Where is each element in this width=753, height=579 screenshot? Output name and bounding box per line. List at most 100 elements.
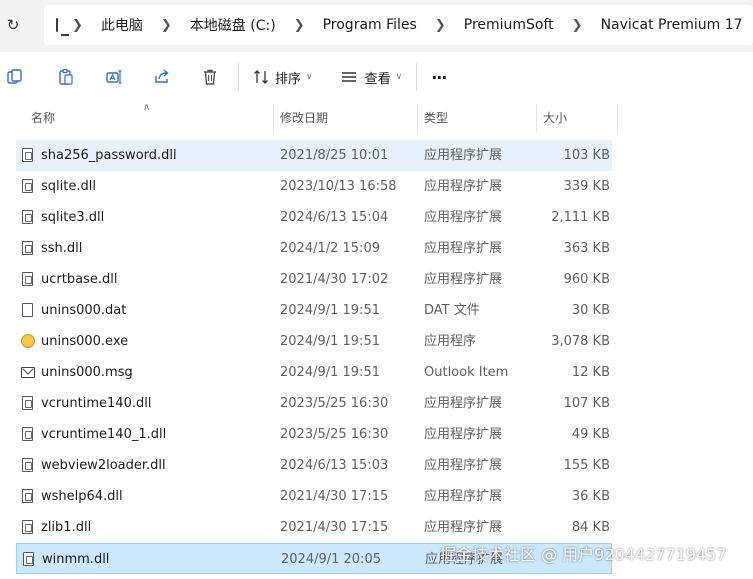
file-size: 49 KB bbox=[571, 427, 610, 442]
computer-icon[interactable] bbox=[56, 18, 69, 36]
file-row[interactable]: sqlite3.dll 2024/6/13 15:04 应用程序扩展 2,111 KB bbox=[0, 202, 753, 233]
rename-icon[interactable] bbox=[103, 66, 125, 88]
file-type: 应用程序扩展 bbox=[424, 520, 503, 535]
breadcrumb-this-pc[interactable]: 此电脑 bbox=[101, 15, 143, 35]
column-header: ∧ 名称 修改日期 类型 大小 bbox=[0, 102, 620, 132]
file-name: sqlite.dll bbox=[41, 179, 96, 194]
chevron-right-icon[interactable]: ❯ bbox=[435, 18, 446, 33]
chevron-down-icon: ∨ bbox=[306, 72, 313, 82]
file-size: 84 KB bbox=[571, 520, 610, 535]
dll-file-icon bbox=[22, 179, 33, 193]
column-divider[interactable] bbox=[617, 104, 618, 132]
file-size: 107 KB bbox=[563, 396, 610, 411]
file-row[interactable]: vcruntime140.dll 2023/5/25 16:30 应用程序扩展 107… bbox=[0, 388, 753, 419]
chevron-right-icon[interactable]: ❯ bbox=[294, 18, 305, 33]
column-name-header[interactable]: 名称 bbox=[31, 104, 55, 132]
column-divider[interactable] bbox=[417, 104, 418, 132]
dll-file-icon bbox=[22, 489, 33, 503]
file-size: 2,111 KB bbox=[551, 210, 610, 225]
file-size: 36 KB bbox=[571, 489, 610, 504]
breadcrumb-program-files[interactable]: Program Files bbox=[323, 17, 417, 33]
dll-file-icon bbox=[22, 241, 33, 255]
breadcrumb-navicat[interactable]: Navicat Premium 17 bbox=[601, 17, 743, 33]
file-type: DAT 文件 bbox=[424, 303, 480, 318]
file-date: 2021/4/30 17:02 bbox=[280, 272, 389, 287]
file-size: 12 KB bbox=[571, 365, 610, 380]
file-date: 2023/5/25 16:30 bbox=[280, 427, 389, 442]
file-type: 应用程序扩展 bbox=[424, 148, 503, 163]
file-row[interactable]: unins000.dat 2024/9/1 19:51 DAT 文件 30 KB bbox=[0, 295, 753, 326]
column-divider[interactable] bbox=[536, 104, 537, 132]
view-button[interactable]: 查看 ∨ bbox=[341, 68, 403, 87]
chevron-down-icon: ∨ bbox=[395, 72, 403, 82]
file-name: webview2loader.dll bbox=[41, 458, 166, 473]
file-date: 2024/9/1 19:51 bbox=[280, 334, 380, 349]
file-row[interactable]: vcruntime140_1.dll 2023/5/25 16:30 应用程序扩展 4… bbox=[0, 419, 753, 450]
share-icon[interactable] bbox=[151, 66, 173, 88]
file-name: unins000.dat bbox=[41, 303, 127, 318]
file-type: 应用程序扩展 bbox=[424, 210, 503, 225]
file-name: wshelp64.dll bbox=[41, 489, 123, 504]
address-bar[interactable]: ❯ 此电脑 ❯ 本地磁盘 (C:) ❯ Program Files ❯ Prem… bbox=[44, 5, 753, 45]
file-row[interactable]: sqlite.dll 2023/10/13 16:58 应用程序扩展 339 KB bbox=[0, 171, 753, 202]
breadcrumb-premiumsoft[interactable]: PremiumSoft bbox=[464, 17, 554, 33]
column-date-header[interactable]: 修改日期 bbox=[280, 104, 328, 132]
file-list: sha256_password.dll 2021/8/25 10:01 应用程序扩展… bbox=[0, 140, 753, 574]
file-type: 应用程序扩展 bbox=[424, 489, 503, 504]
more-icon: ··· bbox=[431, 67, 447, 87]
file-row[interactable]: ucrtbase.dll 2021/4/30 17:02 应用程序扩展 960 KB bbox=[0, 264, 753, 295]
chevron-right-icon[interactable]: ❯ bbox=[572, 18, 583, 33]
column-type-header[interactable]: 类型 bbox=[424, 104, 448, 132]
file-row[interactable]: ssh.dll 2024/1/2 15:09 应用程序扩展 363 KB bbox=[0, 233, 753, 264]
watermark: 掘金技术社区 @ 用户9204427719457 bbox=[440, 545, 727, 564]
file-row[interactable]: wshelp64.dll 2021/4/30 17:15 应用程序扩展 36 KB bbox=[0, 481, 753, 512]
view-icon bbox=[341, 70, 357, 84]
file-row[interactable]: unins000.exe 2024/9/1 19:51 应用程序 3,078 KB bbox=[0, 326, 753, 357]
dll-file-icon bbox=[23, 552, 34, 566]
column-size-header[interactable]: 大小 bbox=[543, 104, 567, 132]
file-name: sha256_password.dll bbox=[41, 148, 177, 163]
copy-icon[interactable] bbox=[4, 66, 26, 88]
blank-file-icon bbox=[22, 303, 33, 317]
delete-icon[interactable] bbox=[199, 66, 221, 88]
sort-label: 排序 bbox=[275, 71, 302, 87]
more-options-button[interactable]: ··· bbox=[431, 67, 447, 87]
file-name: vcruntime140_1.dll bbox=[41, 427, 167, 442]
toolbar-divider bbox=[416, 63, 418, 91]
refresh-icon[interactable]: ↻ bbox=[2, 14, 24, 36]
file-type: Outlook Item bbox=[424, 365, 509, 380]
file-type: 应用程序扩展 bbox=[424, 241, 503, 256]
column-divider[interactable] bbox=[273, 104, 274, 132]
paste-icon[interactable] bbox=[55, 66, 77, 88]
file-row[interactable]: sha256_password.dll 2021/8/25 10:01 应用程序扩展… bbox=[16, 140, 612, 171]
command-bar: 排序 ∨ 查看 ∨ ··· bbox=[0, 52, 753, 102]
file-name: ssh.dll bbox=[41, 241, 83, 256]
file-date: 2021/4/30 17:15 bbox=[280, 489, 389, 504]
dll-file-icon bbox=[22, 427, 33, 441]
file-type: 应用程序扩展 bbox=[424, 458, 503, 473]
dll-file-icon bbox=[22, 272, 33, 286]
file-size: 960 KB bbox=[563, 272, 610, 287]
file-row[interactable]: zlib1.dll 2021/4/30 17:15 应用程序扩展 84 KB bbox=[0, 512, 753, 543]
file-type: 应用程序扩展 bbox=[424, 396, 503, 411]
sort-icon bbox=[253, 69, 269, 85]
breadcrumb-local-disk[interactable]: 本地磁盘 (C:) bbox=[190, 15, 276, 35]
dll-file-icon bbox=[22, 520, 33, 534]
file-name: sqlite3.dll bbox=[41, 210, 105, 225]
sort-button[interactable]: 排序 ∨ bbox=[253, 68, 313, 87]
file-size: 363 KB bbox=[563, 241, 610, 256]
file-date: 2024/1/2 15:09 bbox=[280, 241, 380, 256]
file-type: 应用程序扩展 bbox=[424, 272, 503, 287]
sort-ascending-icon: ∧ bbox=[143, 102, 151, 113]
chevron-right-icon[interactable]: ❯ bbox=[161, 18, 172, 33]
file-date: 2024/9/1 20:05 bbox=[281, 552, 381, 567]
file-size: 155 KB bbox=[563, 458, 610, 473]
file-row[interactable]: webview2loader.dll 2024/6/13 15:03 应用程序扩展 1… bbox=[0, 450, 753, 481]
dll-file-icon bbox=[22, 210, 33, 224]
file-name: unins000.msg bbox=[41, 365, 133, 380]
file-row[interactable]: unins000.msg 2024/9/1 19:51 Outlook Item 12… bbox=[0, 357, 753, 388]
mail-icon bbox=[21, 365, 36, 378]
file-date: 2021/4/30 17:15 bbox=[280, 520, 389, 535]
chevron-right-icon[interactable]: ❯ bbox=[72, 18, 83, 33]
file-date: 2023/5/25 16:30 bbox=[280, 396, 389, 411]
